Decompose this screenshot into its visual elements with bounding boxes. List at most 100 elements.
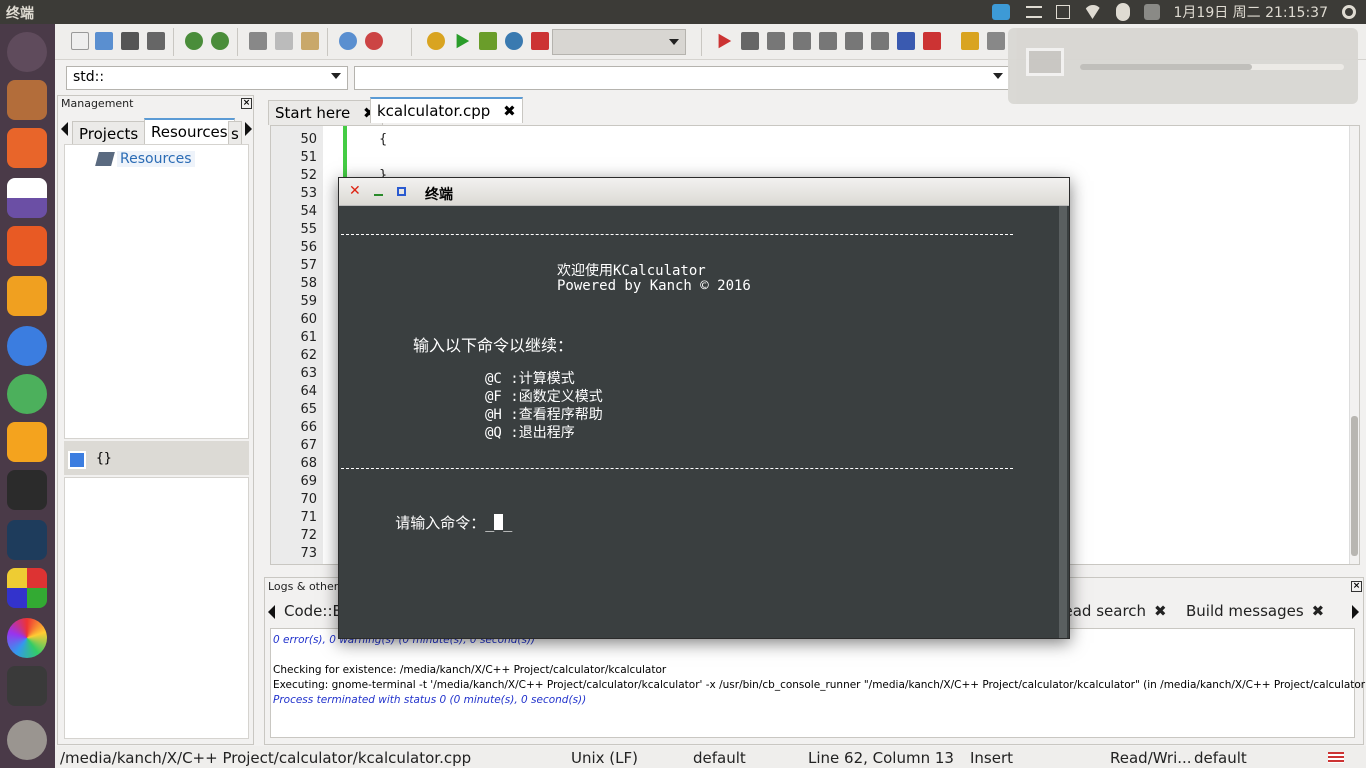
drive-icon[interactable]	[7, 666, 47, 706]
trash-icon[interactable]	[7, 720, 47, 760]
paste-icon[interactable]	[301, 32, 319, 50]
line-number: 71	[300, 510, 317, 525]
input-method-icon[interactable]	[1025, 6, 1042, 18]
separator-line	[341, 468, 1013, 469]
debug-icon[interactable]	[718, 33, 732, 49]
copy-icon[interactable]	[275, 32, 293, 50]
new-file-icon[interactable]	[71, 32, 89, 50]
terminal-scrollbar[interactable]	[1059, 206, 1067, 638]
close-icon[interactable]: ×	[1351, 581, 1362, 592]
step-instruction-icon[interactable]	[871, 32, 889, 50]
tab-resources[interactable]: Resources	[144, 118, 235, 144]
input-underline: _	[503, 514, 513, 532]
close-icon[interactable]: ×	[241, 98, 252, 109]
close-tab-icon[interactable]: ✖	[1154, 602, 1167, 620]
cut-icon[interactable]	[249, 32, 267, 50]
close-tab-icon[interactable]: ✖	[503, 102, 516, 120]
sogou-icon[interactable]	[7, 422, 47, 462]
keyboard-icon[interactable]	[1055, 5, 1070, 19]
line-number: 67	[300, 438, 317, 453]
keyboard-indicator-icon[interactable]	[991, 4, 1010, 20]
build-and-run-icon[interactable]	[479, 32, 497, 50]
line-number: 58	[300, 276, 317, 291]
maximize-window-icon[interactable]	[397, 187, 406, 196]
tab-start-here[interactable]: Start here ✖	[268, 100, 383, 125]
code-line[interactable]: {	[379, 132, 387, 147]
run-to-cursor-icon[interactable]	[741, 32, 759, 50]
run-icon[interactable]	[456, 33, 470, 49]
list-view-icon[interactable]	[68, 451, 86, 469]
tab-symbols[interactable]: s	[228, 121, 242, 146]
close-window-icon[interactable]: ✕	[349, 183, 361, 199]
toolbar-separator	[411, 28, 412, 56]
build-target-combo[interactable]	[552, 29, 686, 55]
debug-windows-icon[interactable]	[961, 32, 979, 50]
app-store-icon[interactable]	[7, 226, 47, 266]
system-tray: 1月19日 周二 21:15:37	[991, 0, 1366, 24]
logs-tab-right-icon[interactable]	[1352, 605, 1359, 619]
command-f: @F :函数定义模式	[485, 389, 603, 405]
find-icon[interactable]	[339, 32, 357, 50]
status-bar: /media/kanch/X/C++ Project/calculator/kc…	[55, 746, 1366, 768]
terminal-output[interactable]: 欢迎使用KCalculator Powered by Kanch © 2016 …	[339, 206, 1069, 638]
log-tab[interactable]: Build messages ✖	[1186, 602, 1324, 620]
clock[interactable]: 1月19日 周二 21:15:37	[1174, 2, 1329, 22]
build-gear-icon[interactable]	[427, 32, 445, 50]
ubuntu-kylin-icon[interactable]	[7, 178, 47, 218]
editor-scroll-thumb[interactable]	[1351, 416, 1358, 556]
replace-icon[interactable]	[365, 32, 383, 50]
active-window-title: 终端	[6, 6, 34, 22]
files-icon[interactable]	[7, 80, 47, 120]
tab-projects[interactable]: Projects	[72, 121, 146, 146]
tab-scroll-left-icon[interactable]	[61, 122, 68, 136]
input-prompt: 请输入命令：_ _	[341, 494, 512, 551]
save-icon[interactable]	[121, 32, 139, 50]
line-number: 61	[300, 330, 317, 345]
audio-recorder-icon[interactable]	[7, 520, 47, 560]
chrome-icon[interactable]	[7, 326, 47, 366]
undo-icon[interactable]	[185, 32, 203, 50]
logs-tab-left-icon[interactable]	[268, 605, 275, 619]
settings-gear-icon[interactable]	[1342, 5, 1356, 19]
line-number: 59	[300, 294, 317, 309]
rebuild-icon[interactable]	[505, 32, 523, 50]
step-out-icon[interactable]	[819, 32, 837, 50]
line-number: 69	[300, 474, 317, 489]
wifi-icon[interactable]	[1083, 5, 1102, 19]
symbol-combo[interactable]	[354, 66, 1010, 90]
color-picker-icon[interactable]	[7, 618, 47, 658]
line-number: 68	[300, 456, 317, 471]
debug-info-icon[interactable]	[987, 32, 1005, 50]
software-center-icon[interactable]	[7, 128, 47, 168]
next-instruction-icon[interactable]	[845, 32, 863, 50]
tree-item-resources[interactable]: Resources	[95, 151, 195, 167]
bluetooth-icon[interactable]	[1115, 3, 1130, 21]
close-tab-icon[interactable]: ✖	[1312, 602, 1325, 620]
editor-scrollbar[interactable]	[1349, 126, 1359, 564]
stop-debug-icon[interactable]	[923, 32, 941, 50]
volume-icon[interactable]	[1143, 4, 1160, 20]
telegram-icon[interactable]	[7, 374, 47, 414]
terminal-window[interactable]: ✕ 终端 欢迎使用KCalculator Powered by Kanch © …	[338, 177, 1070, 639]
line-number: 60	[300, 312, 317, 327]
toolbar-separator	[173, 28, 174, 56]
abort-icon[interactable]	[531, 32, 549, 50]
step-into-icon[interactable]	[793, 32, 811, 50]
redo-icon[interactable]	[211, 32, 229, 50]
minimize-window-icon[interactable]	[374, 194, 383, 196]
pause-icon[interactable]	[897, 32, 915, 50]
status-mode: Insert	[970, 749, 1014, 767]
scope-combo[interactable]: std::	[66, 66, 348, 90]
launcher	[0, 24, 55, 768]
terminal-icon[interactable]	[7, 470, 47, 510]
tab-scroll-right-icon[interactable]	[245, 122, 252, 136]
open-file-icon[interactable]	[95, 32, 113, 50]
scope-combo-value: std::	[73, 69, 105, 85]
codeblocks-icon[interactable]	[7, 568, 47, 608]
ubuntu-dash-icon[interactable]	[7, 32, 47, 72]
save-all-icon[interactable]	[147, 32, 165, 50]
terminal-titlebar[interactable]: ✕ 终端	[339, 178, 1069, 206]
gimp-icon[interactable]	[7, 276, 47, 316]
next-line-icon[interactable]	[767, 32, 785, 50]
tab-kcalculator-cpp[interactable]: kcalculator.cpp ✖	[370, 97, 523, 123]
